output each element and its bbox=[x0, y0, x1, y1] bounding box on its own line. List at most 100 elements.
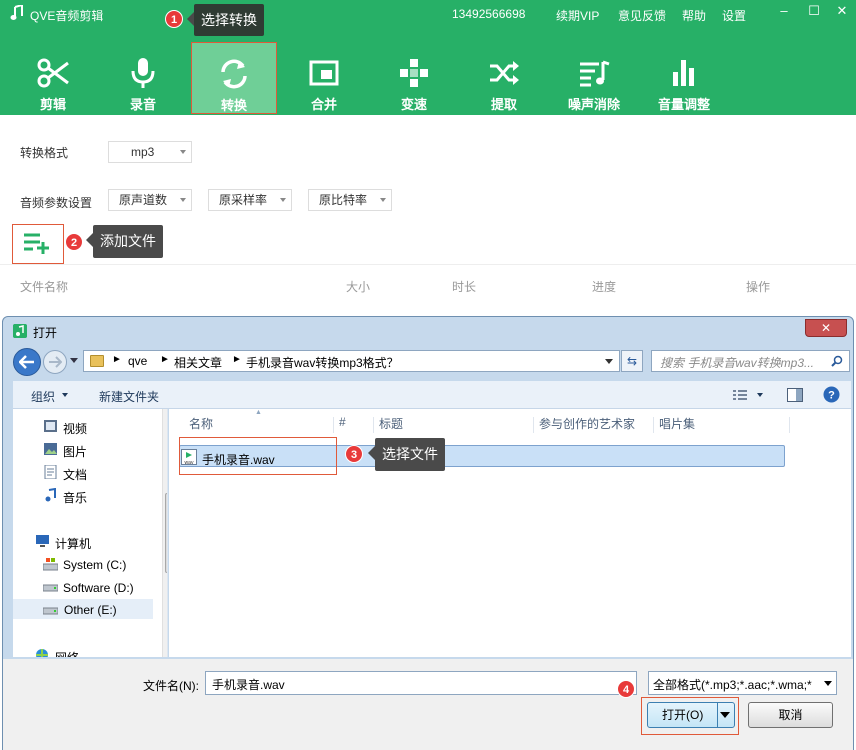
maximize-button[interactable]: ☐ bbox=[804, 3, 824, 21]
col-title[interactable]: 标题 bbox=[379, 415, 403, 437]
tree-item-system-c[interactable]: System (C:) bbox=[43, 555, 158, 575]
minimize-button[interactable]: – bbox=[774, 3, 794, 21]
settings-link[interactable]: 设置 bbox=[722, 7, 746, 24]
open-options-arrow-icon[interactable] bbox=[720, 712, 730, 718]
preview-pane-icon[interactable] bbox=[787, 388, 803, 402]
tool-record[interactable]: 录音 bbox=[100, 42, 186, 114]
col-header-filename: 文件名称 bbox=[20, 280, 69, 294]
col-header-size: 大小 bbox=[346, 280, 371, 294]
tree-item-other-e[interactable]: Other (E:) bbox=[13, 599, 153, 619]
volume-bars-icon bbox=[673, 60, 694, 86]
open-button-label: 打开(O) bbox=[662, 708, 704, 722]
arrow-left-icon bbox=[19, 355, 34, 369]
callout-number-1: 1 bbox=[165, 10, 183, 28]
tree-label: 图片 bbox=[63, 445, 88, 459]
samplerate-value: 原采样率 bbox=[219, 193, 268, 207]
refresh-button[interactable]: ⇆ bbox=[621, 350, 643, 372]
cancel-button[interactable]: 取消 bbox=[748, 702, 833, 728]
tool-convert[interactable]: 转换 bbox=[191, 42, 277, 114]
tree-item-pictures[interactable]: 图片 bbox=[43, 440, 158, 460]
path-segment[interactable]: 相关文章 bbox=[174, 354, 222, 371]
filetype-select[interactable]: 全部格式(*.mp3;*.aac;*.wma;* bbox=[648, 671, 837, 695]
help-link[interactable]: 帮助 bbox=[682, 7, 706, 24]
tree-item-computer[interactable]: 计算机 bbox=[35, 532, 158, 552]
filename-input[interactable]: 手机录音.wav bbox=[205, 671, 637, 695]
format-select[interactable]: mp3 bbox=[108, 141, 192, 163]
organize-menu[interactable]: 组织 bbox=[31, 388, 55, 405]
path-segment[interactable]: 手机录音wav转换mp3格式？ bbox=[246, 354, 399, 371]
address-bar[interactable]: ► qve ► 相关文章 ► 手机录音wav转换mp3格式？ bbox=[83, 350, 620, 372]
column-separator bbox=[533, 417, 534, 433]
drive-icon bbox=[43, 607, 58, 615]
tool-denoise[interactable]: 噪声消除 bbox=[551, 42, 637, 114]
col-number[interactable]: # bbox=[339, 415, 346, 437]
tool-cut[interactable]: 剪辑 bbox=[10, 42, 96, 114]
music-note-icon bbox=[10, 5, 23, 20]
tree-label: System (C:) bbox=[63, 558, 127, 572]
dialog-close-button[interactable]: ✕ bbox=[805, 319, 847, 337]
scroll-down-icon[interactable]: ▼ bbox=[166, 645, 167, 654]
params-label: 音频参数设置 bbox=[20, 196, 93, 210]
history-dropdown-icon[interactable] bbox=[70, 358, 78, 363]
noise-icon bbox=[580, 60, 610, 87]
col-name[interactable]: 名称 bbox=[189, 415, 213, 437]
tool-label: 音量调整 bbox=[657, 97, 710, 112]
tool-volume[interactable]: 音量调整 bbox=[641, 42, 727, 114]
view-options-icon[interactable] bbox=[733, 389, 747, 401]
feedback-link[interactable]: 意见反馈 bbox=[618, 7, 666, 24]
navigation-scrollbar[interactable]: ▲ ▼ bbox=[162, 409, 167, 657]
open-file-dialog: 打开 ✕ ► qve ► 相关文章 ► 手机录音wav转换mp3格式？ ⇆ 搜索… bbox=[2, 316, 854, 750]
path-separator-icon: ► bbox=[160, 354, 170, 365]
bitrate-select[interactable]: 原比特率 bbox=[308, 189, 392, 211]
search-input[interactable]: 搜索 手机录音wav转换mp3... bbox=[651, 350, 850, 372]
scroll-up-icon[interactable]: ▲ bbox=[166, 411, 167, 420]
col-album[interactable]: 唱片集 bbox=[659, 415, 695, 437]
tree-label: 音乐 bbox=[63, 491, 88, 505]
tree-item-software-d[interactable]: Software (D:) bbox=[43, 578, 158, 598]
command-bar: 组织 新建文件夹 ? bbox=[13, 381, 851, 409]
samplerate-select[interactable]: 原采样率 bbox=[208, 189, 292, 211]
main-toolbar: 剪辑 录音 转换 合并 变速 提取 噪声消除 音量调整 bbox=[0, 42, 856, 115]
tool-extract[interactable]: 提取 bbox=[461, 42, 547, 114]
forward-button[interactable] bbox=[43, 350, 67, 374]
col-artists[interactable]: 参与创作的艺术家 bbox=[539, 415, 635, 437]
col-header-duration: 时长 bbox=[452, 280, 477, 294]
path-separator-icon: ► bbox=[232, 354, 242, 365]
column-separator bbox=[789, 417, 790, 433]
tool-label: 剪辑 bbox=[39, 97, 66, 112]
chevron-down-icon[interactable] bbox=[757, 393, 763, 397]
help-icon[interactable]: ? bbox=[823, 386, 840, 403]
chevron-down-icon bbox=[62, 393, 68, 397]
back-button[interactable] bbox=[13, 348, 41, 376]
renew-vip-link[interactable]: 续期VIP bbox=[556, 7, 599, 24]
tool-merge[interactable]: 合并 bbox=[281, 42, 367, 114]
tree-item-network[interactable]: 网络 bbox=[35, 646, 158, 657]
file-list-pane: 名称 ▲ # 标题 参与创作的艺术家 唱片集 wav 手机录音.wav 3 选择… bbox=[169, 409, 851, 657]
account-phone[interactable]: 13492566698 bbox=[452, 7, 525, 21]
network-icon bbox=[36, 649, 48, 657]
system-drive-icon bbox=[43, 558, 58, 571]
address-dropdown-icon[interactable] bbox=[605, 359, 613, 364]
tree-item-documents[interactable]: 文档 bbox=[43, 463, 158, 483]
folder-icon bbox=[90, 355, 104, 367]
title-bar: QVE音频剪辑 13492566698 续期VIP 意见反馈 帮助 设置 – ☐… bbox=[0, 0, 856, 28]
tree-item-music[interactable]: 音乐 bbox=[43, 486, 158, 506]
tool-speed[interactable]: 变速 bbox=[371, 42, 457, 114]
channels-select[interactable]: 原声道数 bbox=[108, 189, 192, 211]
chevron-down-icon bbox=[280, 198, 286, 202]
close-button[interactable]: ✕ bbox=[832, 3, 852, 21]
path-segment[interactable]: qve bbox=[128, 354, 147, 368]
document-folder-icon bbox=[44, 465, 57, 479]
scroll-thumb[interactable] bbox=[165, 493, 167, 573]
tool-label: 变速 bbox=[400, 97, 427, 112]
add-list-icon bbox=[24, 233, 49, 254]
column-separator bbox=[333, 417, 334, 433]
tool-label: 噪声消除 bbox=[567, 97, 620, 112]
file-name[interactable]: 手机录音.wav bbox=[202, 451, 275, 468]
drive-icon bbox=[43, 584, 58, 592]
arrow-right-icon bbox=[49, 356, 62, 368]
format-value: mp3 bbox=[131, 145, 155, 159]
tree-item-video[interactable]: 视频 bbox=[43, 417, 158, 437]
add-file-button[interactable] bbox=[12, 224, 64, 264]
new-folder-button[interactable]: 新建文件夹 bbox=[99, 388, 159, 405]
